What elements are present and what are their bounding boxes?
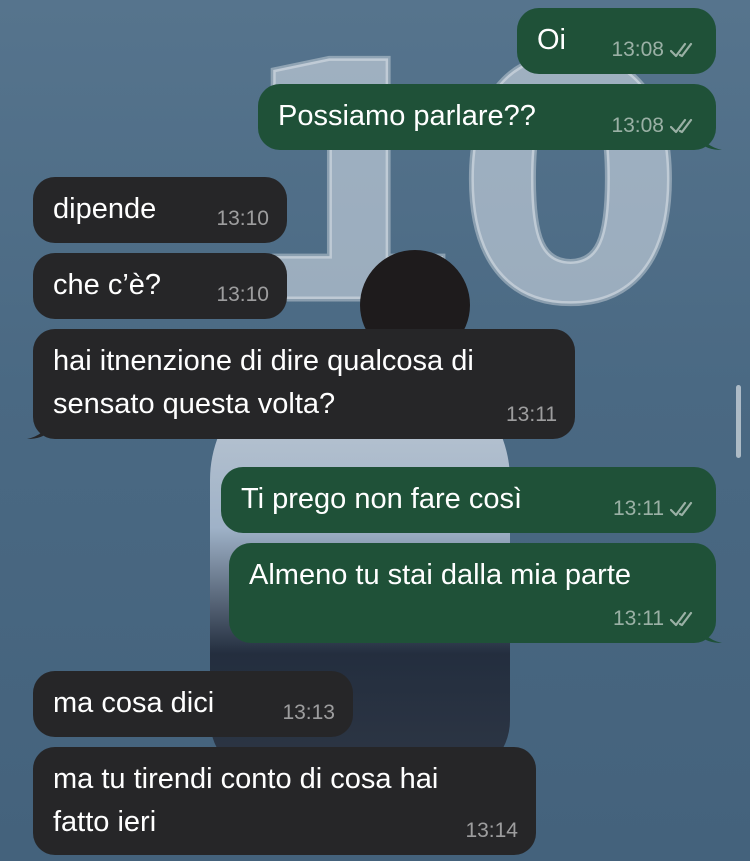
message-bubble-incoming[interactable]: ma tu tirendi conto di cosa hai fatto ie… xyxy=(33,747,536,855)
message-text-line-2: sensato questa volta? xyxy=(53,388,336,420)
message-bubble-incoming[interactable]: ma cosa dici 13:13 xyxy=(33,671,353,737)
message-text-line-1: ma tu tirendi conto di cosa hai xyxy=(53,763,439,795)
message-time: 13:11 xyxy=(506,403,557,426)
message-bubble-outgoing[interactable]: Oi 13:08 xyxy=(517,8,716,74)
message-meta: 13:11 xyxy=(506,403,557,427)
double-check-icon xyxy=(670,611,693,627)
message-time: 13:10 xyxy=(216,207,269,230)
message-meta: 13:10 xyxy=(216,283,269,307)
message-time: 13:11 xyxy=(613,497,664,520)
message-time: 13:10 xyxy=(216,283,269,306)
message-meta: 13:11 xyxy=(613,607,698,631)
message-meta: 13:11 xyxy=(613,497,698,521)
message-bubble-outgoing[interactable]: Ti prego non fare così 13:11 xyxy=(221,467,716,533)
double-check-icon xyxy=(670,42,693,58)
message-time: 13:11 xyxy=(613,607,664,630)
scroll-indicator[interactable] xyxy=(736,385,741,458)
message-text-line-2: fatto ieri xyxy=(53,806,157,838)
message-meta: 13:13 xyxy=(282,701,335,725)
message-meta: 13:08 xyxy=(611,114,698,138)
message-meta: 13:14 xyxy=(465,819,518,843)
message-bubble-incoming[interactable]: che c’è? 13:10 xyxy=(33,253,287,319)
message-text: Almeno tu stai dalla mia parte xyxy=(249,559,632,591)
message-time: 13:08 xyxy=(611,114,664,137)
bubble-tail xyxy=(700,132,722,150)
bubble-tail xyxy=(27,421,49,439)
double-check-icon xyxy=(670,118,693,134)
message-time: 13:08 xyxy=(611,38,664,61)
message-meta: 13:10 xyxy=(216,207,269,231)
bubble-tail xyxy=(700,625,722,643)
message-bubble-incoming[interactable]: dipende 13:10 xyxy=(33,177,287,243)
message-time: 13:13 xyxy=(282,701,335,724)
message-bubble-incoming[interactable]: hai itnenzione di dire qualcosa di sensa… xyxy=(27,329,575,439)
message-bubble-outgoing[interactable]: Possiamo parlare?? 13:08 xyxy=(258,84,722,150)
message-bubble-outgoing[interactable]: Almeno tu stai dalla mia parte 13:11 xyxy=(229,543,722,643)
message-time: 13:14 xyxy=(465,819,518,842)
message-meta: 13:08 xyxy=(611,38,698,62)
message-text-line-1: hai itnenzione di dire qualcosa di xyxy=(53,345,474,377)
double-check-icon xyxy=(670,501,693,517)
